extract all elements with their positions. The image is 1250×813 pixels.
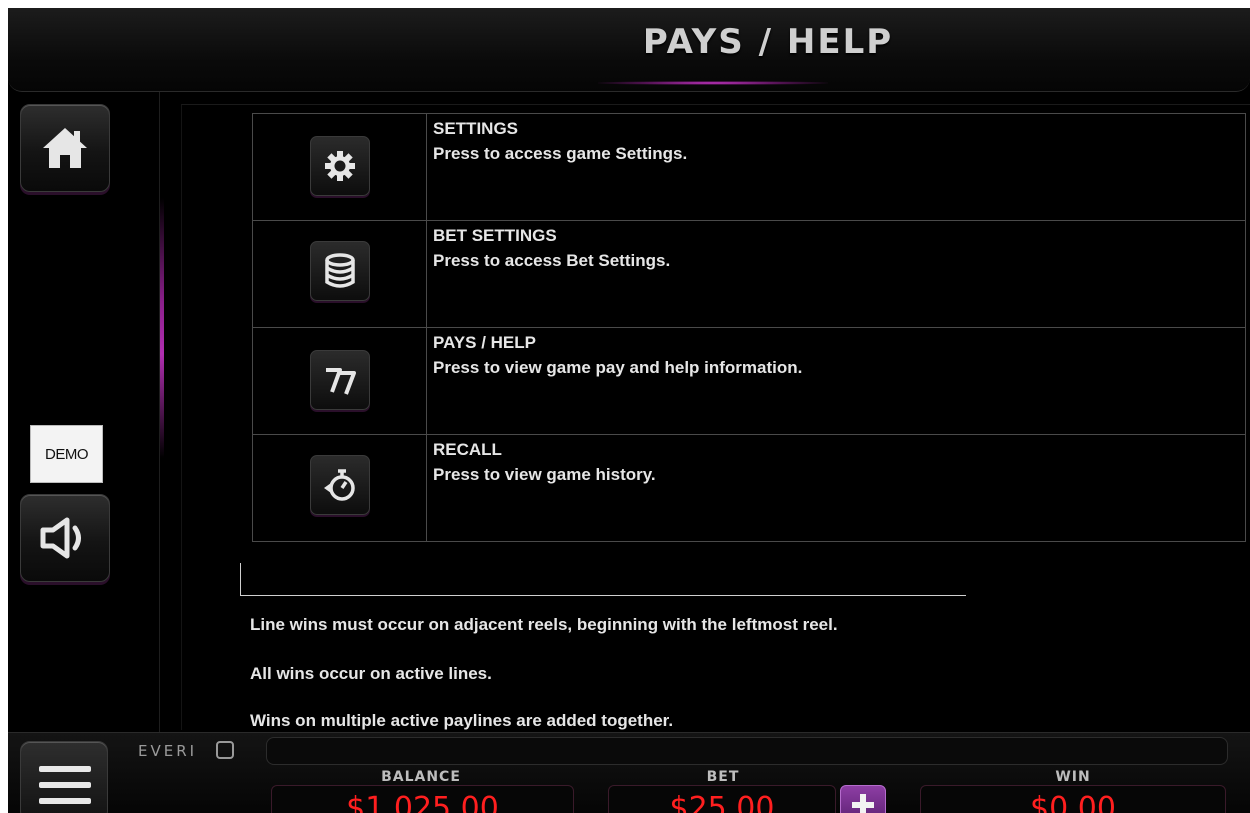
stopwatch-rewind-icon (324, 469, 355, 501)
bet-settings-button (310, 241, 370, 301)
message-bar (266, 737, 1228, 765)
section-divider (240, 595, 966, 596)
header-bar: PAYS / HELP (8, 8, 1250, 92)
help-content-panel[interactable]: SETTINGS Press to access game Settings. (181, 104, 1250, 730)
everi-logo: EVERI (138, 742, 198, 760)
help-table: SETTINGS Press to access game Settings. (252, 113, 1246, 542)
help-item-title: BET SETTINGS (433, 226, 557, 245)
menu-icon (39, 766, 91, 772)
help-item-description: Press to view game history. (433, 465, 656, 484)
win-label: WIN (1055, 769, 1091, 785)
help-row-recall: RECALL Press to view game history. (252, 434, 1246, 542)
help-item-title: RECALL (433, 440, 502, 459)
bet-increase-button[interactable] (840, 785, 886, 813)
help-item-description: Press to view game pay and help informat… (433, 358, 803, 377)
help-item-description: Press to access Bet Settings. (433, 251, 671, 270)
header-glow (598, 81, 828, 85)
pays-help-button (310, 350, 370, 410)
balance-meter: $1,025.00 (271, 785, 574, 813)
balance-value: $1,025.00 (346, 791, 499, 813)
game-screen: PAYS / HELP DEMO SETTINGS Press to acces… (8, 8, 1250, 813)
help-item-title: PAYS / HELP (433, 333, 536, 352)
sound-button[interactable] (20, 494, 110, 582)
help-row-settings: SETTINGS Press to access game Settings. (252, 113, 1246, 221)
balance-label: BALANCE (381, 769, 461, 785)
bottom-bar: EVERI BALANCE $1,025.00 BET $25.00 WIN $… (8, 732, 1250, 813)
win-meter: $0.00 (920, 785, 1226, 813)
sevens-icon (326, 368, 356, 395)
help-item-title: SETTINGS (433, 119, 519, 138)
settings-button (310, 136, 370, 196)
bet-label: BET (706, 769, 740, 785)
bet-value: $25.00 (669, 791, 775, 813)
rail-glow (160, 198, 164, 458)
plus-icon (852, 794, 874, 813)
home-icon (43, 128, 87, 168)
win-value: $0.00 (1030, 791, 1116, 813)
demo-badge: DEMO (30, 425, 103, 483)
help-row-bet-settings: BET SETTINGS Press to access Bet Setting… (252, 220, 1246, 328)
rule-text: Wins on multiple active paylines are add… (250, 711, 674, 730)
coin-stack-icon (325, 253, 355, 288)
menu-icon-bar (39, 782, 91, 788)
rule-text: All wins occur on active lines. (250, 664, 492, 683)
everi-logo-mark (216, 741, 234, 759)
home-button[interactable] (20, 104, 110, 192)
speaker-icon (40, 517, 81, 559)
left-rail: DEMO (8, 92, 160, 732)
help-item-description: Press to access game Settings. (433, 144, 688, 163)
section-divider-tick (240, 563, 241, 596)
recall-button (310, 455, 370, 515)
menu-icon-bar (39, 798, 91, 804)
gear-icon (325, 151, 355, 181)
rule-text: Line wins must occur on adjacent reels, … (250, 615, 838, 634)
menu-button[interactable] (20, 741, 108, 813)
bet-meter[interactable]: $25.00 (608, 785, 836, 813)
page-title: PAYS / HELP (642, 22, 894, 62)
help-row-pays-help: PAYS / HELP Press to view game pay and h… (252, 327, 1246, 435)
